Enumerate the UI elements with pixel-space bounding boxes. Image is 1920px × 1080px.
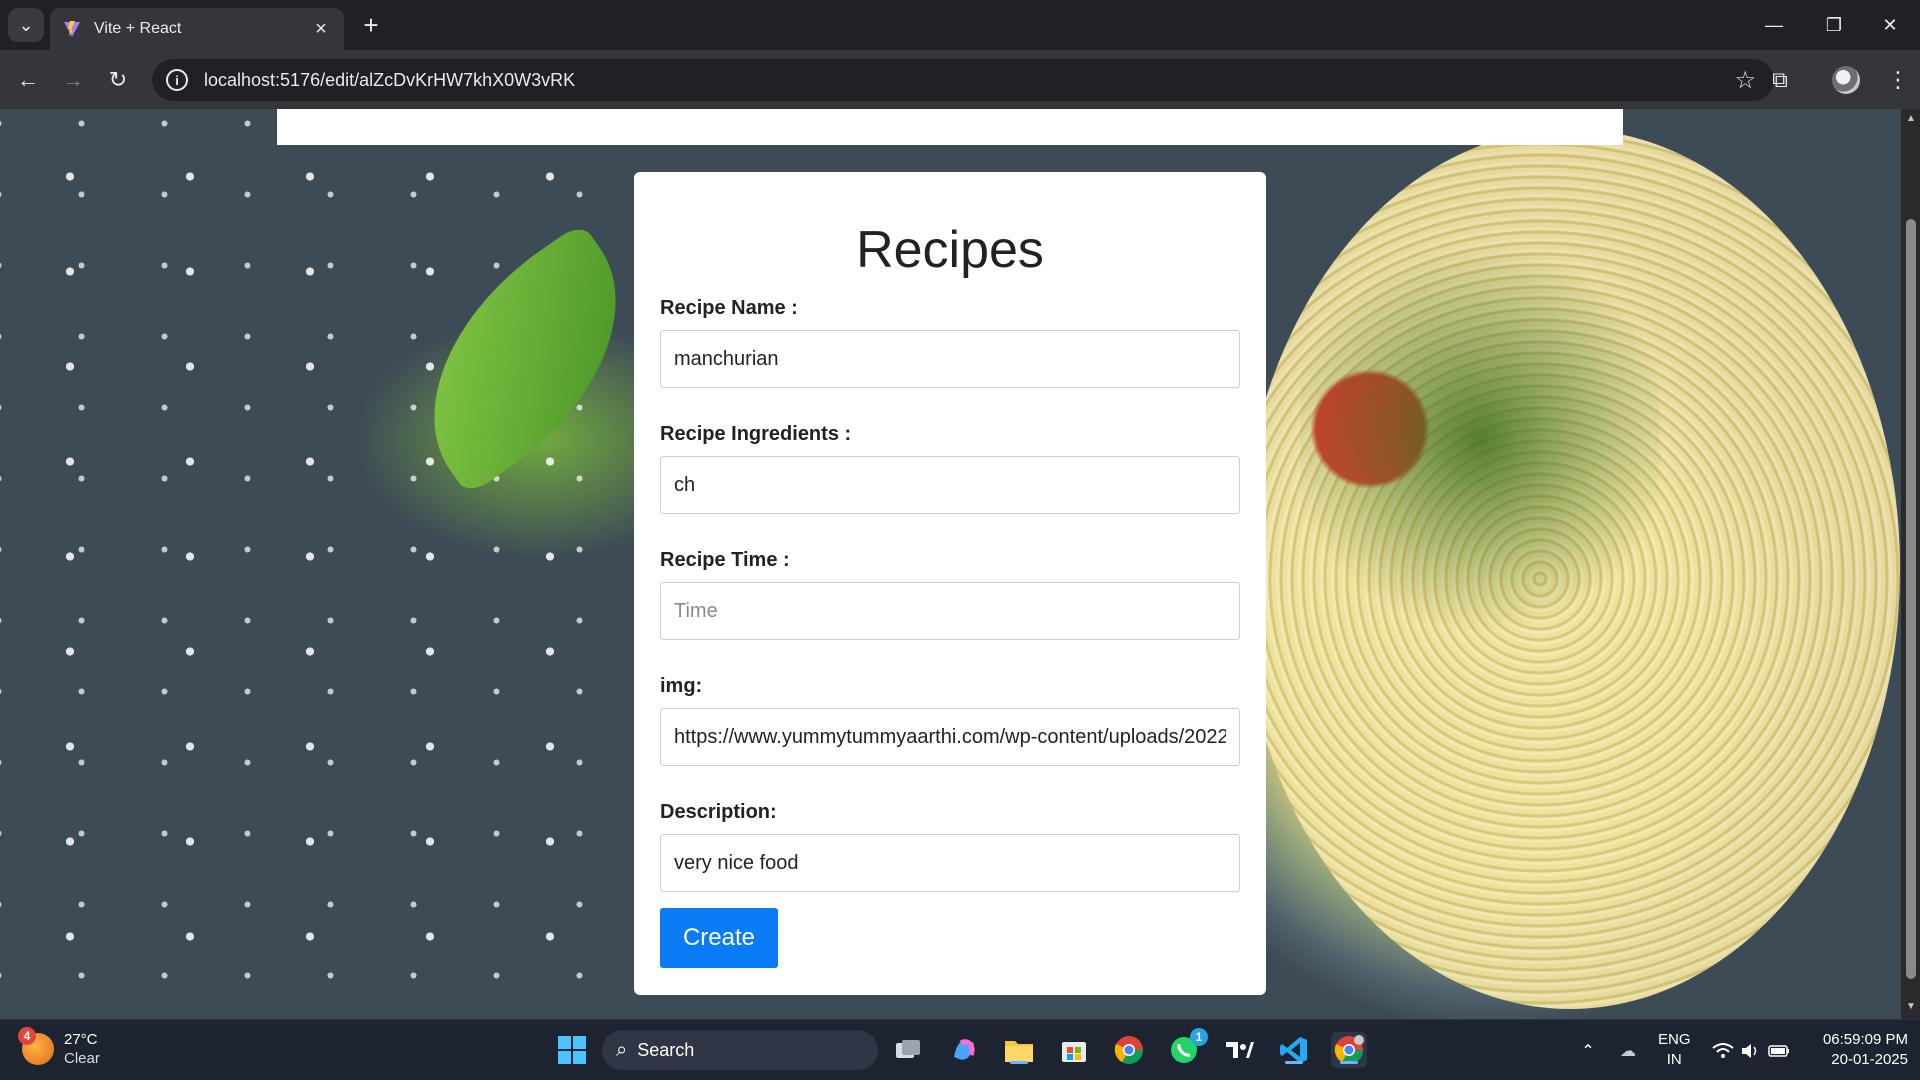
- window-close-icon[interactable]: ✕: [1868, 8, 1912, 42]
- recipe-time-label: Recipe Time :: [660, 549, 790, 571]
- profile-avatar[interactable]: [1832, 66, 1860, 94]
- volume-icon[interactable]: [1738, 1020, 1762, 1080]
- reload-icon[interactable]: ↻: [100, 62, 136, 98]
- file-explorer-icon[interactable]: [1001, 1032, 1037, 1068]
- recipe-ingredients-input[interactable]: [660, 456, 1240, 514]
- top-navbar: [277, 109, 1623, 145]
- browser-tab[interactable]: Vite + React ×: [50, 8, 344, 50]
- recipe-name-input[interactable]: [660, 330, 1240, 388]
- description-group: Description:: [660, 800, 1240, 892]
- whatsapp-badge: 1: [1190, 1028, 1208, 1046]
- bookmark-star-icon[interactable]: ☆: [1734, 66, 1756, 95]
- url-text[interactable]: localhost:5176/edit/alZcDvKrHW7khX0W3vRK: [204, 70, 1734, 91]
- show-hidden-icons-icon[interactable]: ⌃: [1576, 1020, 1600, 1080]
- img-url-input[interactable]: [660, 708, 1240, 766]
- recipe-name-group: Recipe Name :: [660, 296, 1240, 388]
- onedrive-cloud-icon[interactable]: ☁: [1614, 1020, 1642, 1080]
- page-scrollbar[interactable]: ▲ ▼: [1901, 109, 1920, 1019]
- active-indicator: [1340, 1061, 1358, 1064]
- create-button[interactable]: Create: [660, 908, 778, 968]
- taskbar-search[interactable]: ⌕ Search: [602, 1030, 878, 1070]
- windows-start-icon[interactable]: [554, 1032, 590, 1068]
- menu-dots-icon[interactable]: ⋮: [1880, 62, 1916, 98]
- browser-toolbar: ← → ↻ i localhost:5176/edit/alZcDvKrHW7k…: [0, 50, 1920, 109]
- clock-time: 06:59:09 PM: [1822, 1031, 1908, 1048]
- scroll-down-icon[interactable]: ▼: [1905, 1001, 1917, 1013]
- scroll-thumb[interactable]: [1906, 219, 1916, 979]
- microsoft-store-icon[interactable]: [1056, 1032, 1092, 1068]
- weather-condition: Clear: [64, 1050, 100, 1067]
- scroll-up-icon[interactable]: ▲: [1905, 113, 1917, 125]
- battery-icon[interactable]: [1766, 1020, 1792, 1080]
- restore-icon[interactable]: ❐: [1812, 8, 1856, 42]
- extensions-puzzle-icon[interactable]: ⧉: [1762, 62, 1798, 98]
- recipe-time-input[interactable]: [660, 582, 1240, 640]
- recipe-ingredients-label: Recipe Ingredients :: [660, 423, 852, 445]
- whatsapp-icon[interactable]: 1: [1166, 1028, 1208, 1068]
- description-label: Description:: [660, 801, 777, 823]
- vscode-icon[interactable]: [1276, 1032, 1312, 1068]
- recipe-time-group: Recipe Time :: [660, 548, 1240, 640]
- forward-arrow-icon[interactable]: →: [55, 62, 91, 98]
- system-clock[interactable]: 06:59:09 PM 20-01-2025: [1798, 1030, 1908, 1070]
- site-info-icon[interactable]: i: [166, 69, 188, 91]
- back-arrow-icon[interactable]: ←: [10, 62, 46, 98]
- chevron-down-icon: ⌄: [18, 14, 34, 35]
- tab-search-button[interactable]: ⌄: [8, 8, 44, 42]
- region-code: IN: [1666, 1051, 1682, 1068]
- weather-badge: 4: [18, 1027, 36, 1045]
- background-pesto: [1300, 229, 1660, 649]
- page-viewport: Recipes Recipe Name : Recipe Ingredients…: [0, 109, 1901, 1019]
- language-code: ENG: [1658, 1031, 1691, 1048]
- img-url-group: img:: [660, 674, 1240, 766]
- wifi-icon[interactable]: [1710, 1020, 1736, 1080]
- new-tab-button[interactable]: +: [356, 10, 386, 40]
- running-indicator: [1010, 1061, 1028, 1064]
- chrome-profile-icon[interactable]: [1331, 1032, 1367, 1068]
- browser-tabstrip: ⌄ Vite + React × + — ❐ ✕: [0, 0, 1920, 50]
- clock-date: 20-01-2025: [1831, 1051, 1908, 1068]
- recipe-name-label: Recipe Name :: [660, 297, 798, 319]
- weather-text: 27°C Clear: [64, 1030, 100, 1068]
- tradingview-icon[interactable]: [1221, 1032, 1257, 1068]
- taskbar-search-label: Search: [637, 1039, 695, 1060]
- temperature: 27°C: [64, 1031, 98, 1048]
- weather-widget[interactable]: 4 27°C Clear: [18, 1027, 100, 1068]
- close-icon[interactable]: ×: [310, 18, 332, 41]
- minimize-icon[interactable]: —: [1752, 8, 1796, 42]
- page-title: Recipes: [856, 221, 1044, 279]
- copilot-icon[interactable]: [946, 1032, 982, 1068]
- vite-logo-icon: [64, 21, 80, 37]
- search-icon: ⌕: [616, 1038, 628, 1061]
- running-indicator: [1285, 1061, 1303, 1064]
- windows-taskbar: 4 27°C Clear ⌕ Search 1 ⌃ ☁ ENG IN 06:59…: [0, 1019, 1920, 1080]
- recipe-form: Recipes Recipe Name : Recipe Ingredients…: [634, 172, 1266, 995]
- tab-title: Vite + React: [94, 20, 182, 37]
- description-input[interactable]: [660, 834, 1240, 892]
- weather-moon-icon: 4: [18, 1027, 54, 1065]
- img-url-label: img:: [660, 675, 703, 697]
- address-bar[interactable]: i localhost:5176/edit/alZcDvKrHW7khX0W3v…: [152, 59, 1774, 101]
- task-view-icon[interactable]: [890, 1032, 926, 1068]
- language-indicator[interactable]: ENG IN: [1658, 1030, 1691, 1070]
- recipe-ingredients-group: Recipe Ingredients :: [660, 422, 1240, 514]
- chrome-icon[interactable]: [1111, 1032, 1147, 1068]
